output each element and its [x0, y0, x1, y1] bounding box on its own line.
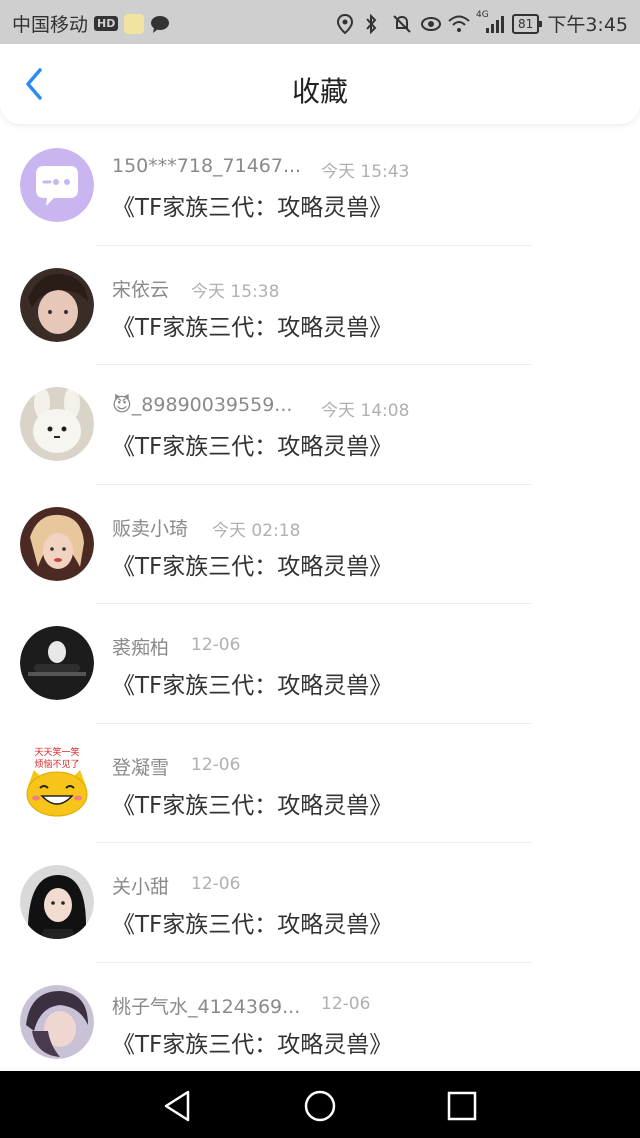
system-navigation-bar	[0, 1071, 640, 1138]
system-recent-apps-button[interactable]	[444, 1088, 480, 1124]
network-type-label: 4G	[476, 9, 489, 20]
favorites-list: 150***718_71467... 今天 15:43 《TF家族三代：攻略灵兽…	[0, 126, 640, 1082]
list-item[interactable]: 天天笑一笑 烦恼不见了 登凝雪 12-06 《TF家族三代：攻略灵兽》	[0, 724, 640, 843]
row-author: 贩卖小琦	[112, 517, 189, 540]
carrier-label: 中国移动	[12, 14, 89, 36]
row-title: 《TF家族三代：攻略灵兽》	[112, 314, 393, 341]
row-author: 宋依云	[112, 278, 170, 301]
battery-indicator: 81	[512, 13, 543, 34]
avatar	[20, 865, 94, 939]
list-item[interactable]: 裘痴柏 12-06 《TF家族三代：攻略灵兽》	[0, 604, 640, 724]
row-time: 今天 15:43	[321, 162, 410, 182]
row-author: 关小甜	[112, 876, 170, 898]
row-time: 12-06	[191, 754, 241, 775]
row-time: 12-06	[191, 874, 241, 894]
wifi-icon	[448, 14, 470, 34]
list-item[interactable]: 贩卖小琦 今天 02:18 《TF家族三代：攻略灵兽》	[0, 485, 640, 604]
avatar	[20, 984, 94, 1059]
row-author: 😈_89890039559...	[112, 394, 293, 416]
triangle-back-icon	[164, 1090, 190, 1122]
page-title: 收藏	[291, 75, 348, 108]
signal-icon: 4G	[476, 10, 505, 34]
mute-icon	[392, 14, 412, 34]
avatar	[20, 148, 94, 222]
circle-home-icon	[304, 1090, 336, 1122]
eye-icon	[420, 14, 442, 34]
row-title: 《TF家族三代：攻略灵兽》	[112, 195, 393, 221]
nav-bar: 收藏	[0, 44, 640, 124]
avatar	[20, 387, 94, 461]
square-recent-icon	[447, 1091, 477, 1121]
row-time: 今天 02:18	[212, 520, 301, 541]
hd-badge: HD	[94, 16, 119, 31]
message-icon	[150, 14, 170, 34]
row-title: 《TF家族三代：攻略灵兽》	[112, 912, 393, 938]
row-author: 裘痴柏	[112, 637, 170, 659]
sticker-text: 天天笑一笑	[34, 746, 79, 758]
row-author: 桃子气水_4124369...	[112, 995, 301, 1018]
row-author: 登凝雪	[112, 756, 170, 779]
row-title: 《TF家族三代：攻略灵兽》	[112, 434, 393, 460]
avatar: 天天笑一笑 烦恼不见了	[20, 746, 94, 820]
list-item[interactable]: 宋依云 今天 15:38 《TF家族三代：攻略灵兽》	[0, 246, 640, 365]
row-title: 《TF家族三代：攻略灵兽》	[112, 553, 393, 580]
system-back-button[interactable]	[160, 1088, 196, 1124]
list-item[interactable]: 😈_89890039559... 今天 14:08 《TF家族三代：攻略灵兽》	[0, 365, 640, 485]
list-item[interactable]: 关小甜 12-06 《TF家族三代：攻略灵兽》	[0, 843, 640, 963]
sticker-text: 烦恼不见了	[34, 758, 79, 770]
avatar	[20, 506, 94, 581]
list-item[interactable]: 桃子气水_4124369... 12-06 《TF家族三代：攻略灵兽》	[0, 963, 640, 1083]
status-bar: 中国移动 HD 4G 81 下午3:45	[0, 0, 640, 44]
row-title: 《TF家族三代：攻略灵兽》	[112, 1031, 393, 1058]
avatar	[20, 267, 94, 342]
row-author: 150***718_71467...	[112, 155, 302, 177]
bluetooth-icon	[364, 13, 384, 34]
clock-label: 下午3:45	[547, 14, 628, 36]
list-item[interactable]: 150***718_71467... 今天 15:43 《TF家族三代：攻略灵兽…	[0, 126, 640, 246]
location-icon	[336, 13, 356, 34]
app-notification-icon	[124, 13, 145, 34]
system-home-button[interactable]	[302, 1088, 338, 1124]
row-title: 《TF家族三代：攻略灵兽》	[112, 792, 393, 819]
row-title: 《TF家族三代：攻略灵兽》	[112, 673, 393, 699]
avatar	[20, 626, 94, 700]
row-time: 12-06	[191, 635, 241, 655]
row-time: 12-06	[321, 993, 371, 1014]
row-time: 今天 15:38	[191, 281, 280, 302]
row-time: 今天 14:08	[321, 401, 410, 421]
